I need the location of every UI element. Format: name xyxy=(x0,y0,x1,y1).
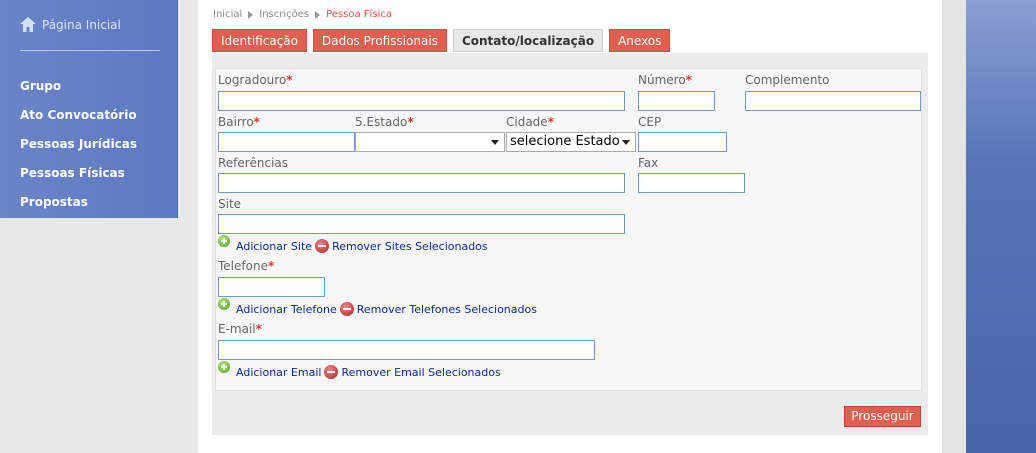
add-email-link[interactable]: Adicionar Email xyxy=(236,366,321,379)
cep-input[interactable] xyxy=(638,132,727,152)
tab-contato-localizacao[interactable]: Contato/localização xyxy=(452,29,604,52)
email-input[interactable] xyxy=(218,340,595,360)
logradouro-input[interactable] xyxy=(218,91,625,111)
breadcrumb-item-current: Pessoa Física xyxy=(326,9,392,20)
remove-sites-link[interactable]: Remover Sites Selecionados xyxy=(332,240,488,253)
fax-label: Fax xyxy=(638,156,659,170)
referencias-label: Referências xyxy=(218,156,288,170)
email-label: E-mail* xyxy=(218,322,262,336)
home-icon xyxy=(20,17,36,32)
chevron-down-icon xyxy=(491,140,499,145)
sidebar-nav: Grupo Ato Convocatório Pessoas Jurídicas… xyxy=(20,78,137,223)
sidebar-item-grupo[interactable]: Grupo xyxy=(20,78,137,107)
main-content: Inicial Inscrições Pessoa Física Identif… xyxy=(198,0,942,453)
home-link[interactable]: Página Inicial xyxy=(20,17,121,32)
telefone-label: Telefone* xyxy=(218,259,275,273)
tab-dados-profissionais[interactable]: Dados Profissionais xyxy=(313,29,447,52)
telefone-actions: Adicionar Telefone Remover Telefones Sel… xyxy=(236,302,537,316)
logradouro-label: Logradouro* xyxy=(218,73,293,87)
bairro-input[interactable] xyxy=(218,132,355,152)
email-actions: Adicionar Email Remover Email Selecionad… xyxy=(236,365,501,379)
breadcrumb-item-inscricoes[interactable]: Inscrições xyxy=(259,9,309,20)
chevron-down-icon xyxy=(622,140,630,145)
add-site-icon[interactable] xyxy=(218,235,230,247)
tab-anexos[interactable]: Anexos xyxy=(609,29,671,52)
bairro-label: Bairro* xyxy=(218,115,260,129)
tab-bar: Identificação Dados Profissionais Contat… xyxy=(212,29,671,52)
remove-telefones-link[interactable]: Remover Telefones Selecionados xyxy=(357,303,537,316)
sidebar-item-pessoas-juridicas[interactable]: Pessoas Jurídicas xyxy=(20,136,137,165)
numero-label: Número* xyxy=(638,73,692,87)
sidebar-divider xyxy=(20,50,160,51)
sidebar-item-ato-convocatorio[interactable]: Ato Convocatório xyxy=(20,107,137,136)
sidebar-item-propostas[interactable]: Propostas xyxy=(20,194,137,223)
referencias-input[interactable] xyxy=(218,173,625,193)
tab-identificacao[interactable]: Identificação xyxy=(212,29,307,52)
cep-label: CEP xyxy=(638,115,662,129)
breadcrumb-item-inicial[interactable]: Inicial xyxy=(213,9,242,20)
breadcrumb-arrow-icon xyxy=(248,10,254,19)
sidebar-item-pessoas-fisicas[interactable]: Pessoas Físicas xyxy=(20,165,137,194)
remove-site-icon[interactable] xyxy=(315,239,330,253)
home-label: Página Inicial xyxy=(42,17,121,32)
cidade-label: Cidade* xyxy=(506,115,554,129)
sidebar: Página Inicial Grupo Ato Convocatório Pe… xyxy=(0,0,178,218)
form-panel: Logradouro* Número* Complemento Bairro* … xyxy=(215,68,922,391)
estado-select[interactable] xyxy=(355,132,505,152)
cidade-select[interactable]: selecione Estado xyxy=(506,132,636,152)
breadcrumb: Inicial Inscrições Pessoa Física xyxy=(213,9,392,20)
numero-input[interactable] xyxy=(638,91,715,111)
prosseguir-button[interactable]: Prosseguir xyxy=(844,406,921,427)
add-telefone-icon[interactable] xyxy=(218,298,230,310)
remove-telefone-icon[interactable] xyxy=(339,302,354,316)
add-telefone-link[interactable]: Adicionar Telefone xyxy=(236,303,337,316)
form-container: Logradouro* Número* Complemento Bairro* … xyxy=(212,53,928,435)
site-input[interactable] xyxy=(218,214,625,234)
estado-label: 5.Estado* xyxy=(355,115,414,129)
site-actions: Adicionar Site Remover Sites Selecionado… xyxy=(236,239,488,253)
telefone-input[interactable] xyxy=(218,277,325,297)
fax-input[interactable] xyxy=(638,173,745,193)
breadcrumb-arrow-icon xyxy=(315,10,321,19)
site-label: Site xyxy=(218,197,242,211)
add-email-icon[interactable] xyxy=(218,361,230,373)
right-decorative-band xyxy=(966,0,1036,453)
right-gap xyxy=(942,0,966,453)
add-site-link[interactable]: Adicionar Site xyxy=(236,240,312,253)
complemento-input[interactable] xyxy=(745,91,921,111)
remove-email-icon[interactable] xyxy=(324,365,339,379)
complemento-label: Complemento xyxy=(745,73,830,87)
remove-email-link[interactable]: Remover Email Selecionados xyxy=(341,366,500,379)
